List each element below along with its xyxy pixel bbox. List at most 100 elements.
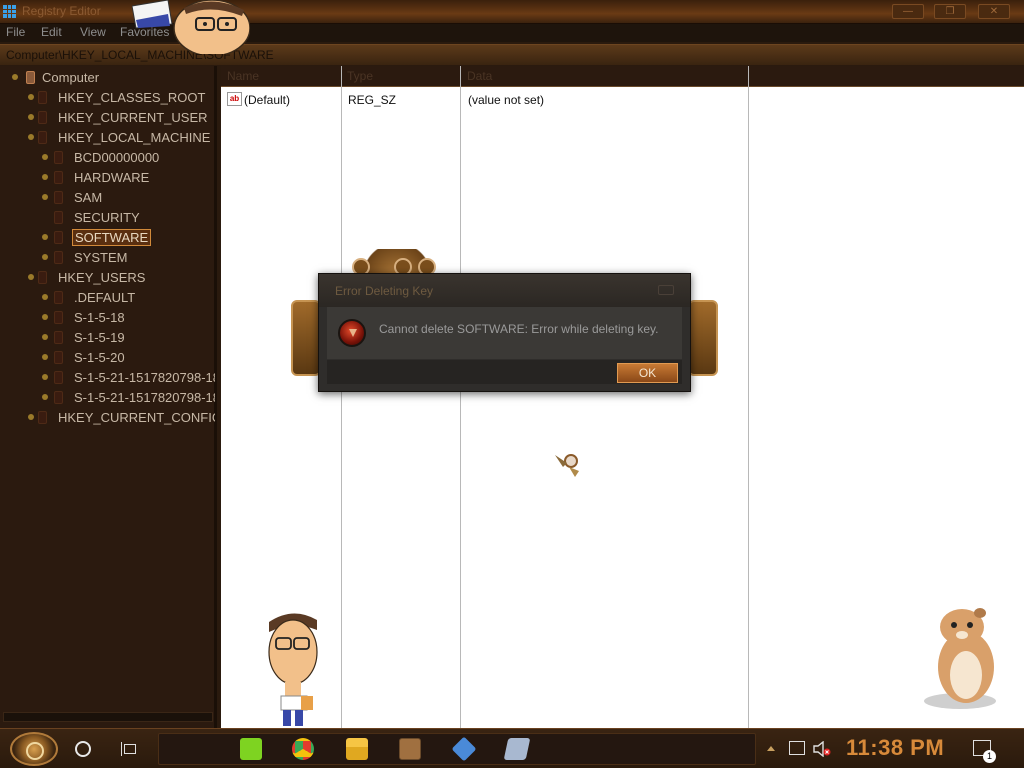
folder-icon: [54, 331, 63, 344]
expand-icon[interactable]: [42, 314, 48, 320]
expand-icon[interactable]: [42, 354, 48, 360]
tree-item-bcd[interactable]: BCD00000000: [40, 148, 215, 168]
expand-icon[interactable]: [42, 154, 48, 160]
tree-item-s-1-5-18[interactable]: S-1-5-18: [40, 308, 215, 328]
folder-icon: [54, 391, 63, 404]
folder-icon: [38, 271, 47, 284]
volume-muted-icon[interactable]: [813, 741, 831, 757]
expand-icon[interactable]: [42, 394, 48, 400]
column-divider[interactable]: [341, 66, 342, 728]
chrome-icon[interactable]: [292, 738, 314, 760]
expand-icon[interactable]: [42, 254, 48, 260]
folder-icon: [54, 351, 63, 364]
cartoon-character-decoration: [268, 613, 318, 726]
expand-icon[interactable]: [42, 374, 48, 380]
steampunk-frame-left: [291, 300, 321, 376]
folder-icon: [54, 171, 63, 184]
maximize-button[interactable]: ❐: [934, 4, 966, 19]
folder-icon: [38, 131, 47, 144]
column-name-header[interactable]: Name: [227, 69, 259, 83]
task-view-icon[interactable]: [121, 742, 139, 756]
tree-item-hkey-current-user[interactable]: HKEY_CURRENT_USER: [24, 108, 214, 128]
spotify-icon[interactable]: [240, 738, 262, 760]
folder-icon: [54, 211, 63, 224]
expand-icon[interactable]: [42, 194, 48, 200]
search-circle-icon[interactable]: [75, 741, 91, 757]
folder-icon: [54, 191, 63, 204]
dialog-title-bar[interactable]: Error Deleting Key: [319, 274, 690, 307]
start-button[interactable]: [10, 732, 58, 766]
menu-edit[interactable]: Edit: [41, 25, 62, 39]
expand-icon[interactable]: [28, 114, 34, 120]
tree-item-security[interactable]: SECURITY: [40, 208, 215, 228]
menu-view[interactable]: View: [80, 25, 106, 39]
tree-item-hkey-local-machine[interactable]: HKEY_LOCAL_MACHINE: [24, 128, 214, 148]
tree-item-s-1-5-21-a[interactable]: S-1-5-21-1517820798-18: [40, 368, 215, 388]
window-title: Registry Editor: [22, 4, 101, 18]
folder-icon: [38, 91, 47, 104]
error-icon: [338, 319, 366, 347]
value-data: (value not set): [468, 93, 545, 107]
collapse-icon[interactable]: [28, 134, 34, 140]
tree-item-hkey-current-config[interactable]: HKEY_CURRENT_CONFIG: [24, 408, 215, 428]
notepad-icon[interactable]: [503, 738, 531, 760]
error-message: Cannot delete SOFTWARE: Error while dele…: [379, 322, 659, 336]
close-button[interactable]: ✕: [978, 4, 1010, 19]
show-hidden-icons-icon[interactable]: [767, 746, 775, 751]
tree-item-sam[interactable]: SAM: [40, 188, 215, 208]
values-list[interactable]: Name Type Data ab (Default) REG_SZ (valu…: [221, 66, 1024, 728]
expand-icon[interactable]: [12, 74, 18, 80]
game-icon[interactable]: [399, 738, 421, 760]
cartoon-face-decoration: [132, 0, 250, 54]
taskbar: 11:38 PM 1: [0, 728, 1024, 768]
column-type-header[interactable]: Type: [347, 69, 373, 83]
expand-icon[interactable]: [28, 414, 34, 420]
expand-icon[interactable]: [42, 294, 48, 300]
tree-item-s-1-5-20[interactable]: S-1-5-20: [40, 348, 215, 368]
folder-icon: [38, 111, 47, 124]
computer-icon: [26, 71, 35, 84]
error-dialog: Error Deleting Key Cannot delete SOFTWAR…: [318, 273, 691, 392]
column-divider[interactable]: [748, 66, 749, 728]
steampunk-frame-right: [688, 300, 718, 376]
expand-icon[interactable]: [42, 234, 48, 240]
tree-item-hkey-classes-root[interactable]: HKEY_CLASSES_ROOT: [24, 88, 214, 108]
registry-editor-icon: [3, 5, 16, 18]
expand-icon[interactable]: [42, 334, 48, 340]
tree-horizontal-scrollbar[interactable]: [3, 712, 213, 722]
dialog-body: Cannot delete SOFTWARE: Error while dele…: [327, 307, 682, 359]
tree-item-system[interactable]: SYSTEM: [40, 248, 215, 268]
ok-button[interactable]: OK: [617, 363, 678, 383]
tree-pane[interactable]: Computer HKEY_CLASSES_ROOT HKEY_CURRENT_…: [0, 66, 217, 728]
value-name: (Default): [244, 93, 291, 107]
network-icon[interactable]: [789, 741, 805, 755]
minimize-button[interactable]: —: [892, 4, 924, 19]
expand-icon[interactable]: [42, 174, 48, 180]
tree-item-hardware[interactable]: HARDWARE: [40, 168, 215, 188]
dialog-title: Error Deleting Key: [335, 284, 434, 298]
dialog-close-button[interactable]: [658, 285, 674, 295]
steampunk-cursor-decoration: [555, 454, 579, 477]
file-explorer-icon[interactable]: [346, 738, 368, 760]
folder-icon: [38, 411, 47, 424]
menu-file[interactable]: File: [6, 25, 25, 39]
folder-icon: [54, 311, 63, 324]
string-value-icon: ab: [227, 92, 242, 106]
tree-item-default[interactable]: .DEFAULT: [40, 288, 215, 308]
expand-icon[interactable]: [28, 94, 34, 100]
folder-icon: [54, 151, 63, 164]
column-divider[interactable]: [460, 66, 461, 728]
tree-item-hkey-users[interactable]: HKEY_USERS: [24, 268, 214, 288]
tree-item-s-1-5-19[interactable]: S-1-5-19: [40, 328, 215, 348]
folder-icon: [54, 291, 63, 304]
folder-icon: [54, 231, 63, 244]
folder-icon: [54, 371, 63, 384]
notification-count-badge: 1: [983, 750, 996, 763]
tree-item-software[interactable]: SOFTWARE: [40, 228, 215, 248]
tree-item-s-1-5-21-b[interactable]: S-1-5-21-1517820798-18: [40, 388, 215, 408]
hamster-decoration: [924, 608, 996, 709]
collapse-icon[interactable]: [28, 274, 34, 280]
column-data-header[interactable]: Data: [467, 69, 492, 83]
tree-item-computer[interactable]: Computer: [12, 68, 212, 88]
clock[interactable]: 11:38 PM: [846, 735, 944, 761]
